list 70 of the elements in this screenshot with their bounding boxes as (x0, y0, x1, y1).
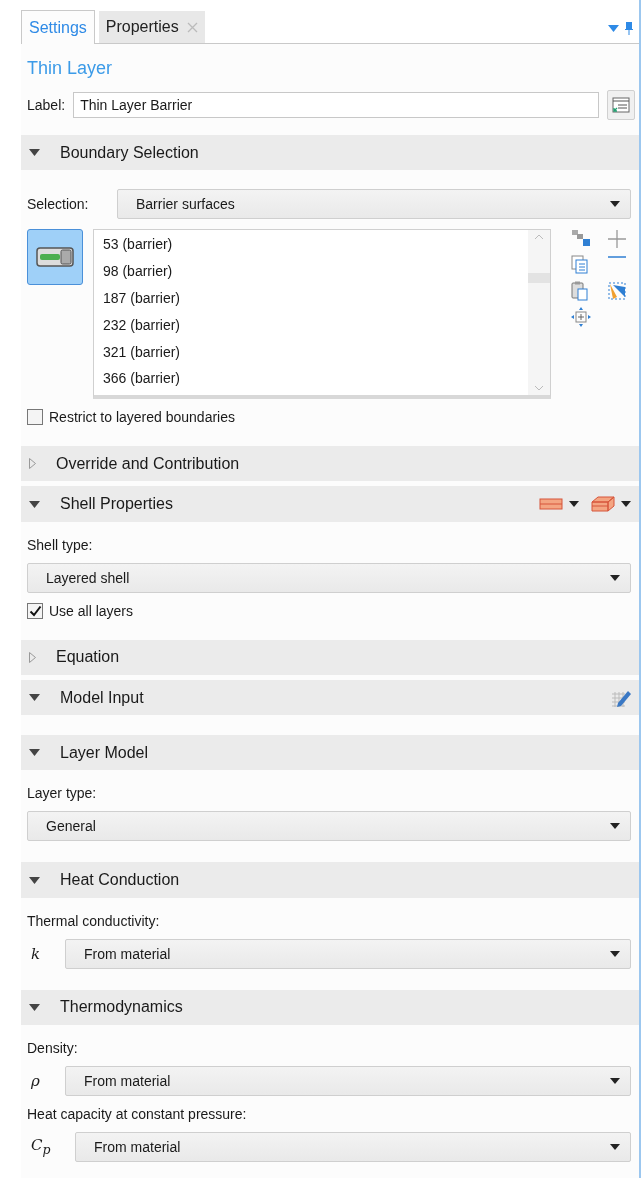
dropdown-field[interactable]: From material (75, 1132, 631, 1162)
dropdown-arrow-icon (610, 1144, 620, 1150)
document-copy-icon[interactable] (571, 255, 589, 276)
dropdown-arrow-icon (610, 574, 620, 581)
checkbox-option[interactable]: Restrict to layered boundaries (27, 409, 631, 426)
active-toggle-button[interactable] (27, 229, 83, 286)
dropdown-arrow-icon (610, 201, 620, 208)
panel-tab[interactable]: Properties (98, 11, 205, 44)
list-item[interactable]: 321 (barrier) (103, 343, 519, 363)
panel-menu-icon[interactable] (608, 25, 619, 33)
notes-icon[interactable] (607, 90, 635, 121)
symbol-label: C$_{p}$ (30, 1136, 52, 1158)
toggle-switch-icon (36, 247, 74, 268)
copy-objects-icon[interactable] (571, 229, 591, 248)
symbol-label: k (30, 944, 42, 963)
section-header[interactable]: Model Input (21, 680, 639, 716)
field-caption: Thermal conductivity: (27, 912, 160, 929)
field-caption: Label: (27, 97, 66, 114)
list-item[interactable]: 53 (barrier) (103, 236, 519, 256)
dropdown-arrow-icon (569, 501, 579, 508)
collapse-triangle-icon (29, 876, 40, 884)
scrollbar[interactable] (528, 230, 550, 396)
layer-view-menu-button[interactable] (539, 498, 579, 511)
list-item[interactable]: 232 (barrier) (103, 316, 519, 336)
dropdown-arrow-icon (610, 1078, 620, 1084)
panel-tab[interactable]: Settings (21, 10, 95, 45)
field-caption: Layer type: (27, 785, 97, 802)
field-caption: Heat capacity at constant pressure: (27, 1106, 247, 1122)
scroll-thumb[interactable] (528, 272, 550, 283)
dropdown-arrow-icon (610, 950, 620, 957)
clear-selection-icon[interactable] (607, 281, 627, 302)
section-header[interactable]: Heat Conduction (21, 862, 639, 898)
remove-icon[interactable] (607, 255, 627, 260)
section-header[interactable]: Layer Model (21, 735, 639, 771)
checkbox[interactable] (27, 602, 43, 619)
section-header[interactable]: Thermodynamics (21, 989, 639, 1025)
dropdown-arrow-icon (610, 823, 620, 830)
zoom-extents-icon[interactable] (571, 307, 591, 328)
collapse-triangle-icon (29, 1003, 40, 1011)
section-header[interactable]: Override and Contribution (21, 446, 639, 482)
list-item[interactable]: 366 (barrier) (103, 370, 519, 390)
section-header[interactable]: Equation (21, 639, 639, 675)
expand-triangle-icon (29, 458, 36, 470)
symbol-label: ρ (30, 1072, 41, 1090)
dropdown-field[interactable]: Layered shell (27, 562, 631, 593)
dropdown-field[interactable]: From material (65, 1066, 631, 1096)
list-item[interactable]: 98 (barrier) (103, 263, 519, 282)
node-title: Thin Layer (26, 57, 114, 81)
label-input-field[interactable]: Thin Layer Barrier (73, 92, 599, 119)
dropdown-field[interactable]: General (27, 811, 631, 842)
field-caption: Density: (27, 1040, 78, 1056)
clipboard-icon[interactable] (571, 281, 589, 302)
field-caption: Selection: (27, 196, 90, 213)
dropdown-field[interactable]: Barrier surfaces (117, 189, 631, 220)
collapse-triangle-icon (29, 500, 40, 508)
section-header[interactable]: Shell Properties (21, 486, 639, 522)
checkbox-option[interactable]: Use all layers (27, 602, 631, 619)
field-caption: Shell type: (27, 536, 93, 553)
expand-triangle-icon (29, 651, 36, 663)
checkbox[interactable] (27, 409, 43, 426)
list-item[interactable]: 187 (barrier) (103, 289, 519, 309)
pin-icon[interactable] (625, 22, 633, 36)
section-header[interactable]: Boundary Selection (21, 135, 639, 171)
collapse-triangle-icon (29, 694, 40, 702)
collapse-triangle-icon (29, 149, 40, 157)
dropdown-arrow-icon (621, 501, 631, 508)
collapse-triangle-icon (29, 749, 40, 757)
layer-stack-menu-button[interactable] (591, 496, 631, 513)
dropdown-field[interactable]: From material (65, 938, 631, 969)
add-icon[interactable] (607, 229, 627, 250)
